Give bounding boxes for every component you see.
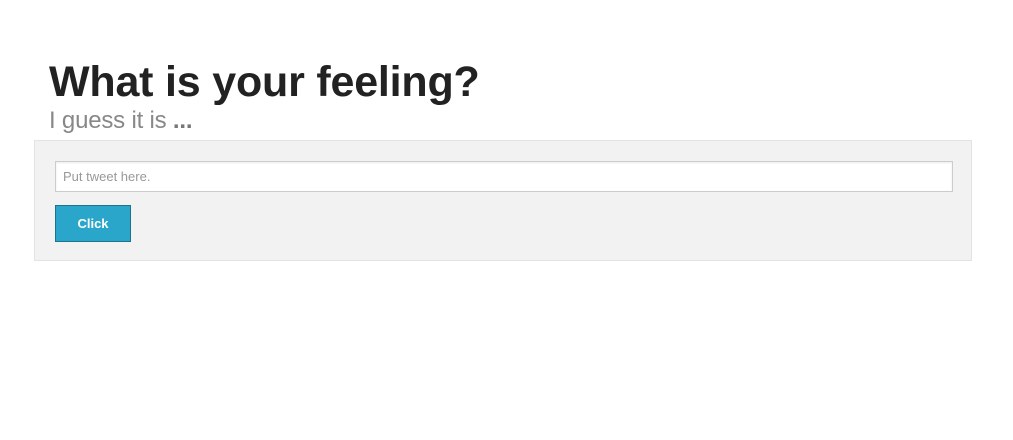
subtitle-prefix: I guess it is (49, 107, 167, 134)
tweet-form-panel: Click (34, 140, 972, 261)
prediction-result: ... (172, 107, 193, 134)
click-button[interactable]: Click (55, 205, 131, 242)
subtitle: I guess it is ... (49, 108, 480, 134)
tweet-input[interactable] (55, 161, 953, 192)
header: What is your feeling? I guess it is ... (49, 56, 480, 134)
page-title: What is your feeling? (49, 58, 480, 106)
